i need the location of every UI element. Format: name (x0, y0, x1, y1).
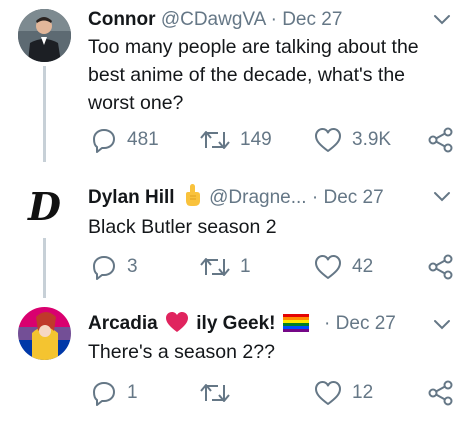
reply-button[interactable]: 481 (91, 125, 159, 155)
author-handle[interactable]: @Dragne... (209, 187, 306, 208)
tweet-dylan-hill[interactable]: D Dylan Hill @Dragne... · Dec 27 Black B… (0, 170, 469, 298)
separator-dot: · (324, 313, 331, 334)
author-name[interactable]: Dylan Hill (88, 187, 175, 208)
share-icon (428, 254, 453, 280)
tweet-connor[interactable]: Connor @CDawgVA · Dec 27 Too many people… (0, 0, 469, 162)
reply-icon (93, 129, 115, 153)
retweet-button[interactable] (200, 378, 240, 408)
share-button[interactable] (428, 252, 454, 282)
separator-dot: · (270, 9, 277, 30)
like-count: 42 (352, 256, 374, 277)
tweet-date[interactable]: Dec 27 (282, 9, 342, 30)
reply-count: 1 (127, 382, 138, 403)
like-count: 3.9K (352, 129, 392, 150)
avatar-dylan-hill[interactable]: D (18, 180, 71, 233)
pointing-up-hand-icon (185, 184, 200, 206)
heart-icon (315, 128, 341, 152)
retweet-icon (200, 131, 230, 149)
red-heart-icon (165, 312, 188, 332)
retweet-icon (200, 258, 230, 276)
tweet-date[interactable]: Dec 27 (323, 187, 383, 208)
tweet-header: Dylan Hill @Dragne... · Dec 27 (88, 183, 429, 209)
author-name-part1[interactable]: Arcadia (88, 313, 158, 334)
thread-line (43, 238, 46, 298)
separator-dot: · (311, 187, 319, 208)
like-button[interactable]: 12 (314, 378, 373, 408)
tweet-text: There's a season 2?? (88, 341, 275, 363)
chevron-down-icon[interactable] (433, 191, 451, 203)
chevron-down-icon[interactable] (433, 319, 451, 331)
tweet-arcadia[interactable]: Arcadia ily Geek! · Dec 27 There's a sea… (0, 298, 469, 426)
avatar-connor[interactable] (18, 9, 71, 62)
retweet-button[interactable]: 149 (200, 125, 272, 155)
avatar-arcadia[interactable] (18, 307, 71, 360)
reply-count: 481 (127, 129, 159, 150)
share-icon (428, 127, 453, 153)
rainbow-flag-icon (282, 314, 309, 332)
retweet-icon (200, 384, 230, 402)
reply-icon (93, 256, 115, 280)
reply-count: 3 (127, 256, 138, 277)
reply-button[interactable]: 1 (91, 378, 138, 408)
retweet-button[interactable]: 1 (200, 252, 251, 282)
tweet-actions: 1 12 (88, 378, 458, 408)
tweet-thread: Connor @CDawgVA · Dec 27 Too many people… (0, 0, 469, 426)
tweet-actions: 481 149 3.9K (88, 125, 458, 155)
author-name-part2[interactable]: ily Geek! (196, 313, 275, 334)
heart-icon (315, 255, 341, 279)
tweet-header: Arcadia ily Geek! · Dec 27 (88, 311, 429, 337)
heart-icon (315, 381, 341, 405)
retweet-count: 149 (240, 129, 272, 150)
tweet-text: Black Butler season 2 (88, 216, 277, 238)
share-icon (428, 380, 453, 406)
like-button[interactable]: 3.9K (314, 125, 391, 155)
tweet-actions: 3 1 42 (88, 252, 458, 282)
tweet-header: Connor @CDawgVA · Dec 27 (88, 7, 429, 33)
like-count: 12 (352, 382, 374, 403)
tweet-text: Too many people are talking about the be… (88, 36, 419, 114)
chevron-down-icon[interactable] (433, 14, 451, 26)
share-button[interactable] (428, 378, 454, 408)
retweet-count: 1 (240, 256, 251, 277)
reply-icon (93, 382, 115, 406)
like-button[interactable]: 42 (314, 252, 373, 282)
reply-button[interactable]: 3 (91, 252, 138, 282)
share-button[interactable] (428, 125, 454, 155)
svg-text:D: D (27, 184, 61, 229)
tweet-date[interactable]: Dec 27 (336, 313, 396, 334)
author-handle[interactable]: @CDawgVA (161, 9, 265, 30)
author-name[interactable]: Connor (88, 9, 156, 30)
thread-line (43, 66, 46, 162)
